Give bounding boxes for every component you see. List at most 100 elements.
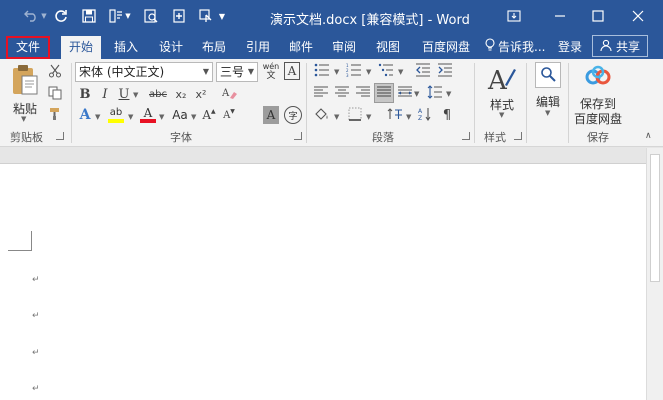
- save-to-baidu-button[interactable]: [583, 64, 613, 92]
- tab-file[interactable]: 文件: [6, 36, 50, 59]
- change-case-button[interactable]: Aa: [170, 106, 190, 124]
- tab-mailings[interactable]: 邮件: [283, 36, 319, 59]
- bullets-dropdown-icon[interactable]: ▼: [334, 68, 339, 76]
- underline-dropdown-icon[interactable]: ▼: [133, 91, 138, 99]
- tab-baidu-netdisk[interactable]: 百度网盘: [416, 36, 476, 59]
- shrink-font-button[interactable]: A ▼: [220, 106, 238, 124]
- font-size-dropdown-icon[interactable]: ▼: [248, 63, 254, 81]
- close-icon[interactable]: [623, 4, 653, 28]
- styles-launcher-icon[interactable]: [514, 132, 522, 140]
- align-right-button[interactable]: [354, 84, 372, 102]
- styles-dropdown-icon[interactable]: ▼: [499, 111, 504, 119]
- superscript-button[interactable]: x²: [192, 85, 210, 103]
- ribbon-display-options-icon[interactable]: [499, 4, 529, 28]
- pilcrow-icon: ¶: [442, 107, 452, 123]
- font-name-dropdown-icon[interactable]: ▼: [203, 63, 209, 81]
- font-color-button[interactable]: A: [139, 106, 157, 124]
- font-launcher-icon[interactable]: [294, 132, 302, 140]
- undo-dropdown-icon[interactable]: ▼: [40, 7, 48, 25]
- numbering-dropdown-icon[interactable]: ▼: [366, 68, 371, 76]
- editing-dropdown-icon[interactable]: ▼: [545, 109, 550, 117]
- clipboard-launcher-icon[interactable]: [56, 132, 64, 140]
- save-to-baidu-label-2[interactable]: 百度网盘: [574, 110, 622, 127]
- touch-mode-icon[interactable]: [197, 7, 215, 25]
- print-preview-icon[interactable]: [142, 7, 160, 25]
- layout-icon[interactable]: [107, 7, 125, 25]
- bold-button[interactable]: B: [77, 85, 93, 103]
- tab-layout[interactable]: 布局: [196, 36, 232, 59]
- highlight-button[interactable]: ab: [106, 106, 126, 124]
- tell-me-box[interactable]: 告诉我...: [485, 36, 545, 59]
- highlight-dropdown-icon[interactable]: ▼: [128, 113, 133, 121]
- italic-button[interactable]: I: [97, 85, 113, 103]
- borders-dropdown-icon[interactable]: ▼: [366, 113, 371, 121]
- bullets-button[interactable]: [312, 62, 332, 80]
- change-case-dropdown-icon[interactable]: ▼: [191, 113, 196, 121]
- chinese-layout-dropdown-icon[interactable]: ▼: [406, 113, 411, 121]
- login-link[interactable]: 登录: [554, 36, 586, 59]
- editing-label[interactable]: 编辑: [536, 93, 560, 110]
- multilevel-list-dropdown-icon[interactable]: ▼: [398, 68, 403, 76]
- paste-button[interactable]: [9, 63, 41, 99]
- grow-font-icon: A: [202, 108, 212, 122]
- distributed-dropdown-icon[interactable]: ▼: [414, 90, 419, 98]
- shading-dropdown-icon[interactable]: ▼: [334, 113, 339, 121]
- tab-insert[interactable]: 插入: [108, 36, 144, 59]
- chinese-layout-button[interactable]: [385, 106, 405, 124]
- clear-formatting-button[interactable]: A: [220, 85, 240, 103]
- show-hide-marks-button[interactable]: ¶: [438, 106, 456, 124]
- minimize-icon[interactable]: [545, 4, 575, 28]
- tab-review[interactable]: 审阅: [326, 36, 362, 59]
- collapse-ribbon-icon[interactable]: ∧: [645, 131, 652, 141]
- text-effects-dropdown-icon[interactable]: ▼: [95, 113, 100, 121]
- line-spacing-button[interactable]: [425, 84, 445, 102]
- character-shading-button[interactable]: A: [263, 106, 279, 124]
- text-effects-button[interactable]: A: [77, 106, 93, 124]
- tab-home[interactable]: 开始: [61, 36, 101, 59]
- tab-design[interactable]: 设计: [153, 36, 189, 59]
- new-document-icon[interactable]: [170, 7, 188, 25]
- borders-button[interactable]: [345, 106, 365, 124]
- save-icon[interactable]: [80, 7, 98, 25]
- distributed-button[interactable]: [396, 84, 414, 102]
- phonetic-guide-button[interactable]: wén 文: [261, 62, 281, 82]
- enclose-characters-button[interactable]: 字: [284, 106, 302, 124]
- highlight-color-bar: [108, 119, 124, 123]
- subscript-button[interactable]: x₂: [172, 85, 190, 103]
- tab-references[interactable]: 引用: [240, 36, 276, 59]
- format-painter-button[interactable]: [46, 106, 64, 124]
- multilevel-list-button[interactable]: [376, 62, 396, 80]
- align-left-button[interactable]: [312, 84, 330, 102]
- copy-button[interactable]: [46, 85, 64, 103]
- numbering-button[interactable]: 123: [344, 62, 364, 80]
- increase-indent-button[interactable]: [436, 62, 454, 80]
- tab-view[interactable]: 视图: [370, 36, 406, 59]
- shading-button[interactable]: [312, 106, 332, 124]
- font-size-combo[interactable]: 三号 ▼: [216, 62, 258, 82]
- scroll-thumb[interactable]: [650, 154, 660, 282]
- grow-font-button[interactable]: A ▲: [200, 106, 218, 124]
- decrease-indent-button[interactable]: [414, 62, 432, 80]
- editing-button[interactable]: [535, 62, 561, 88]
- share-button[interactable]: 共享: [592, 35, 648, 57]
- paragraph-launcher-icon[interactable]: [462, 132, 470, 140]
- customize-qat-icon[interactable]: ▼: [217, 7, 227, 25]
- styles-button[interactable]: A: [482, 62, 522, 96]
- sort-button[interactable]: AZ: [416, 106, 434, 124]
- undo-icon[interactable]: [20, 7, 42, 25]
- character-border-button[interactable]: A: [284, 62, 300, 80]
- layout-dropdown-icon[interactable]: ▼: [124, 7, 132, 25]
- paste-dropdown-icon[interactable]: ▼: [21, 115, 26, 123]
- redo-icon[interactable]: [52, 7, 70, 25]
- maximize-icon[interactable]: [583, 4, 613, 28]
- strikethrough-button[interactable]: abc: [146, 85, 170, 103]
- underline-button[interactable]: U: [116, 85, 132, 103]
- align-center-button[interactable]: [333, 84, 351, 102]
- font-name-combo[interactable]: 宋体 (中文正文) ▼: [75, 62, 213, 82]
- vertical-scrollbar[interactable]: [646, 148, 663, 400]
- cut-button[interactable]: [46, 63, 64, 81]
- justify-button[interactable]: [374, 83, 394, 103]
- font-color-dropdown-icon[interactable]: ▼: [159, 113, 164, 121]
- line-spacing-dropdown-icon[interactable]: ▼: [446, 90, 451, 98]
- document-page[interactable]: ↵ ↵ ↵ ↵: [0, 163, 646, 400]
